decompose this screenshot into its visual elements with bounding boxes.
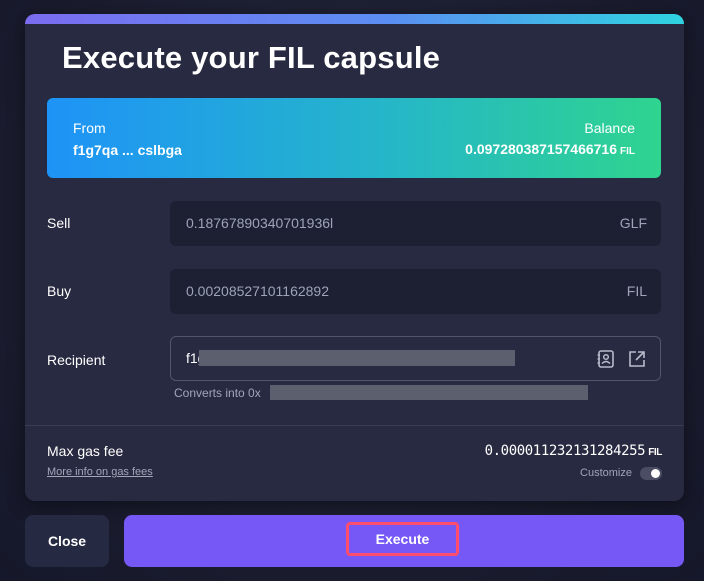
max-gas-fee-label: Max gas fee [47,443,124,459]
recipient-input[interactable]: f1g [170,336,661,381]
close-button[interactable]: Close [25,515,109,567]
execute-capsule-modal: Execute your FIL capsule From f1g7qa ...… [25,14,684,501]
recipient-label: Recipient [47,352,106,368]
toggle-knob [651,469,660,478]
sell-unit: GLF [619,215,647,231]
execute-button[interactable]: Execute [124,515,684,567]
buy-unit: FIL [626,283,647,299]
buy-amount-field[interactable]: 0.00208527101162892 FIL [170,269,661,314]
sell-amount-field[interactable]: 0.18767890340701936l GLF [170,201,661,246]
customize-toggle[interactable] [640,467,662,480]
gas-fee-info-link[interactable]: More info on gas fees [47,466,153,478]
converted-address-redacted [270,385,588,400]
divider [25,425,684,426]
sell-amount-value: 0.18767890340701936l [186,215,334,231]
page-title: Execute your FIL capsule [62,40,441,75]
buy-label: Buy [47,283,72,299]
modal-top-gradient [25,14,684,24]
from-label: From [73,120,106,136]
customize-label: Customize [580,467,632,479]
address-book-icon[interactable] [596,349,616,369]
sell-label: Sell [47,215,71,231]
execute-button-label: Execute [346,522,459,556]
recipient-redacted [199,350,515,366]
balance-unit: FIL [620,146,635,157]
balance-label: Balance [584,120,635,136]
max-gas-fee-value: 0.000011232131284255 [484,443,646,459]
external-link-icon[interactable] [627,349,647,369]
converts-into-text: Converts into 0x [174,386,261,400]
max-gas-fee-amount: 0.000011232131284255 FIL [484,443,663,459]
buy-amount-value: 0.00208527101162892 [186,283,330,299]
from-address: f1g7qa ... cslbga [73,142,182,158]
from-balance-card: From f1g7qa ... cslbga Balance 0.0972803… [47,98,661,178]
balance-value: 0.097280387157466716 [465,141,617,157]
balance-amount: 0.097280387157466716 FIL [465,141,635,157]
max-gas-fee-unit: FIL [648,447,662,458]
